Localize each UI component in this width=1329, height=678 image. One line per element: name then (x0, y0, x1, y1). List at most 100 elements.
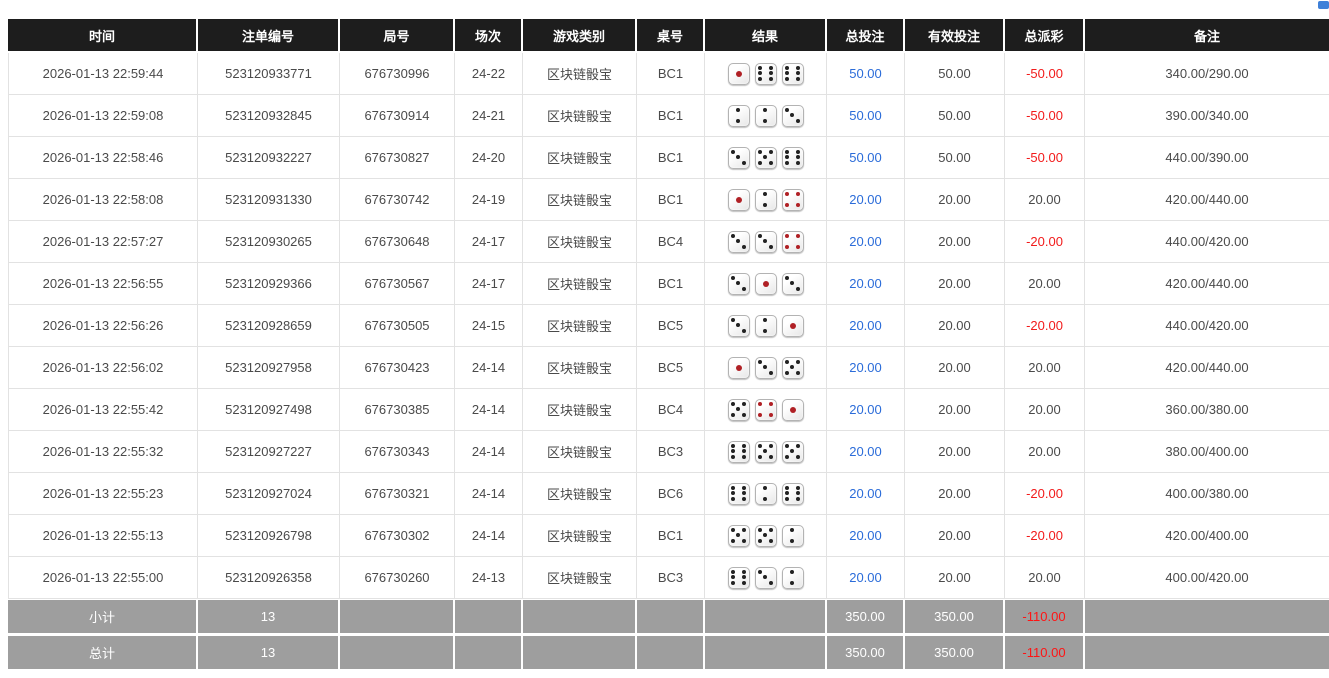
pip (790, 581, 794, 585)
cell-total-bet[interactable]: 50.00 (827, 53, 905, 95)
pip (785, 77, 789, 81)
cell-remark: 420.00/440.00 (1085, 179, 1329, 221)
cell-result (705, 221, 827, 263)
dice-result (705, 63, 826, 85)
cell-total-bet[interactable]: 50.00 (827, 95, 905, 137)
summary-empty-round (340, 599, 455, 635)
cell-bet-id: 523120927958 (198, 347, 340, 389)
cell-round-id: 676730321 (340, 473, 455, 515)
pip (785, 108, 789, 112)
col-header-total_bet: 总投注 (827, 19, 905, 53)
cell-bet-id: 523120927498 (198, 389, 340, 431)
pip (785, 276, 789, 280)
header-row: 时间注单编号局号场次游戏类别桌号结果总投注有效投注总派彩备注 (8, 19, 1329, 53)
cell-result (705, 557, 827, 599)
table-header: 时间注单编号局号场次游戏类别桌号结果总投注有效投注总派彩备注 (8, 19, 1329, 53)
summary-empty-session (455, 599, 523, 635)
pip (785, 71, 789, 75)
cell-session: 24-14 (455, 389, 523, 431)
pip (763, 533, 767, 537)
die-4-icon (782, 231, 804, 253)
cell-time: 2026-01-13 22:55:13 (8, 515, 198, 557)
die-2-icon (755, 105, 777, 127)
pip (796, 234, 800, 238)
die-5-icon (782, 357, 804, 379)
cell-round-id: 676730827 (340, 137, 455, 179)
cell-time: 2026-01-13 22:59:44 (8, 53, 198, 95)
table-row: 2026-01-13 22:56:55523120929366676730567… (8, 263, 1329, 305)
pip (731, 276, 735, 280)
cell-total-bet[interactable]: 20.00 (827, 557, 905, 599)
pip (769, 444, 773, 448)
summary-payout: -110.00 (1005, 635, 1085, 671)
die-3-icon (728, 147, 750, 169)
cell-table-no: BC1 (637, 95, 705, 137)
summary-empty-result (705, 599, 827, 635)
cell-game-type: 区块链骰宝 (523, 473, 637, 515)
cell-result (705, 137, 827, 179)
cell-valid-bet: 20.00 (905, 557, 1005, 599)
cell-total-bet[interactable]: 20.00 (827, 263, 905, 305)
dice-result (705, 441, 826, 463)
die-6-icon (728, 441, 750, 463)
cell-total-bet[interactable]: 20.00 (827, 431, 905, 473)
pip (763, 575, 767, 579)
col-header-time: 时间 (8, 19, 198, 53)
partial-corner-button[interactable] (1318, 1, 1329, 9)
cell-total-bet[interactable]: 20.00 (827, 179, 905, 221)
pip (763, 318, 767, 322)
cell-result (705, 95, 827, 137)
dice-result (705, 483, 826, 505)
die-3-icon (755, 231, 777, 253)
pip (785, 245, 789, 249)
summary-empty-session (455, 635, 523, 671)
pip (736, 281, 740, 285)
cell-game-type: 区块链骰宝 (523, 389, 637, 431)
bet-records-table: 时间注单编号局号场次游戏类别桌号结果总投注有效投注总派彩备注 2026-01-1… (8, 19, 1329, 671)
pip (769, 66, 773, 70)
pip (796, 245, 800, 249)
cell-payout: 20.00 (1005, 347, 1085, 389)
cell-remark: 360.00/380.00 (1085, 389, 1329, 431)
cell-remark: 340.00/290.00 (1085, 53, 1329, 95)
cell-round-id: 676730996 (340, 53, 455, 95)
die-6-icon (782, 63, 804, 85)
cell-game-type: 区块链骰宝 (523, 221, 637, 263)
die-4-icon (755, 399, 777, 421)
pip (796, 497, 800, 501)
pip (742, 449, 746, 453)
col-header-payout: 总派彩 (1005, 19, 1085, 53)
pip (796, 71, 800, 75)
summary-label: 小计 (8, 599, 198, 635)
cell-total-bet[interactable]: 20.00 (827, 305, 905, 347)
pip (736, 119, 740, 123)
summary-total-bet: 350.00 (827, 599, 905, 635)
cell-total-bet[interactable]: 20.00 (827, 515, 905, 557)
cell-total-bet[interactable]: 50.00 (827, 137, 905, 179)
cell-total-bet[interactable]: 20.00 (827, 347, 905, 389)
cell-total-bet[interactable]: 20.00 (827, 221, 905, 263)
pip (758, 528, 762, 532)
pip (736, 197, 742, 203)
pip (769, 581, 773, 585)
die-1-icon (728, 63, 750, 85)
summary-empty-game-type (523, 635, 637, 671)
dice-result (705, 525, 826, 547)
cell-bet-id: 523120927024 (198, 473, 340, 515)
cell-payout: 20.00 (1005, 557, 1085, 599)
cell-table-no: BC1 (637, 137, 705, 179)
cell-total-bet[interactable]: 20.00 (827, 473, 905, 515)
pip (790, 281, 794, 285)
cell-total-bet[interactable]: 20.00 (827, 389, 905, 431)
die-5-icon (728, 525, 750, 547)
pip (785, 66, 789, 70)
cell-round-id: 676730505 (340, 305, 455, 347)
pip (742, 413, 746, 417)
summary-empty-remark (1085, 635, 1329, 671)
cell-bet-id: 523120933771 (198, 53, 340, 95)
cell-result (705, 473, 827, 515)
pip (785, 192, 789, 196)
table-row: 2026-01-13 22:58:46523120932227676730827… (8, 137, 1329, 179)
pip (731, 575, 735, 579)
die-2-icon (755, 483, 777, 505)
